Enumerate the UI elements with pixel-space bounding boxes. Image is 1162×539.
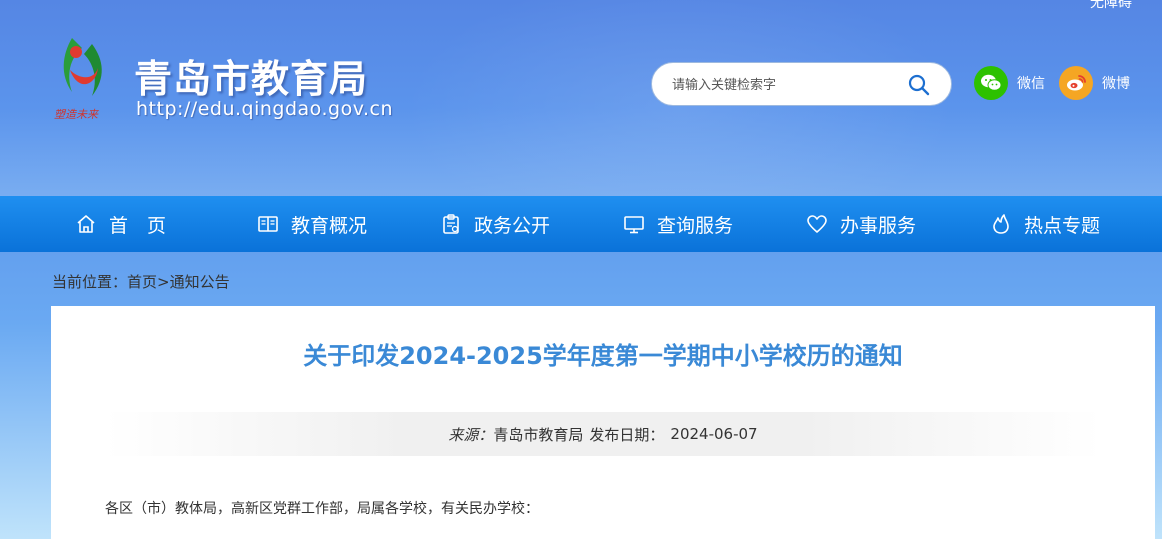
weibo-label: 微博 bbox=[1102, 76, 1130, 92]
site-url: http://edu.qingdao.gov.cn bbox=[136, 98, 393, 120]
bureau-logo-icon[interactable]: 塑造未来 bbox=[52, 30, 122, 126]
clipboard-icon bbox=[443, 214, 459, 234]
breadcrumb-separator: > bbox=[157, 273, 170, 291]
monitor-icon bbox=[624, 216, 644, 234]
breadcrumb-prefix: 当前位置： bbox=[52, 273, 128, 291]
search-input[interactable] bbox=[672, 74, 892, 96]
article-panel: 关于印发2024-2025学年度第一学期中小学校历的通知 来源： 青岛市教育局 … bbox=[51, 306, 1155, 539]
weibo-icon bbox=[1059, 66, 1093, 100]
date-value: 2024-06-07 bbox=[670, 425, 758, 443]
site-title[interactable]: 青岛市教育局 bbox=[134, 48, 368, 103]
weibo-link[interactable]: 微博 bbox=[1059, 66, 1130, 100]
source-value: 青岛市教育局 bbox=[493, 425, 584, 444]
nav-item-query-service[interactable]: 查询服务 bbox=[623, 196, 733, 252]
nav-item-government-affairs[interactable]: 政务公开 bbox=[440, 196, 550, 252]
accessibility-link[interactable]: 无障碍 bbox=[1090, 0, 1132, 12]
nav-label: 办事服务 bbox=[840, 214, 917, 237]
article-salutation: 各区（市）教体局，高新区党群工作部，局属各学校，有关民办学校： bbox=[105, 501, 539, 517]
nav-item-affairs-service[interactable]: 办事服务 bbox=[806, 196, 916, 252]
heart-icon bbox=[807, 215, 827, 233]
breadcrumb-current-link[interactable]: 通知公告 bbox=[170, 273, 230, 291]
breadcrumb: 当前位置：首页>通知公告 bbox=[52, 271, 230, 292]
nav-item-hot-topics[interactable]: 热点专题 bbox=[990, 196, 1100, 252]
source-label: 来源： bbox=[448, 425, 494, 444]
nav-label: 查询服务 bbox=[657, 214, 734, 237]
nav-label: 政务公开 bbox=[474, 214, 551, 237]
logo-tagline: 塑造未来 bbox=[54, 108, 99, 121]
book-icon bbox=[258, 216, 278, 232]
breadcrumb-home-link[interactable]: 首页 bbox=[127, 273, 157, 291]
nav-item-education-overview[interactable]: 教育概况 bbox=[257, 196, 367, 252]
nav-label: 教育概况 bbox=[291, 214, 368, 237]
date-label: 发布日期： bbox=[589, 425, 665, 444]
search-box bbox=[651, 62, 952, 106]
wechat-icon bbox=[974, 66, 1008, 100]
nav-item-home[interactable]: 首 页 bbox=[75, 196, 166, 252]
home-icon bbox=[77, 215, 95, 233]
search-icon[interactable] bbox=[907, 73, 931, 97]
flame-icon bbox=[993, 214, 1009, 234]
nav-label: 首 页 bbox=[109, 214, 167, 237]
article-meta: 来源： 青岛市教育局 发布日期： 2024-06-07 bbox=[105, 412, 1101, 456]
main-nav: 首 页 教育概况 政务公开 查询服务 办事服务 热点专题 bbox=[0, 196, 1162, 252]
site-header: 无障碍 塑造未来 青岛市教育局 http://edu.qingdao.gov.c… bbox=[0, 0, 1162, 196]
nav-label: 热点专题 bbox=[1024, 214, 1101, 237]
wechat-label: 微信 bbox=[1017, 76, 1045, 92]
wechat-link[interactable]: 微信 bbox=[974, 66, 1045, 100]
article-title: 关于印发2024-2025学年度第一学期中小学校历的通知 bbox=[303, 342, 903, 370]
